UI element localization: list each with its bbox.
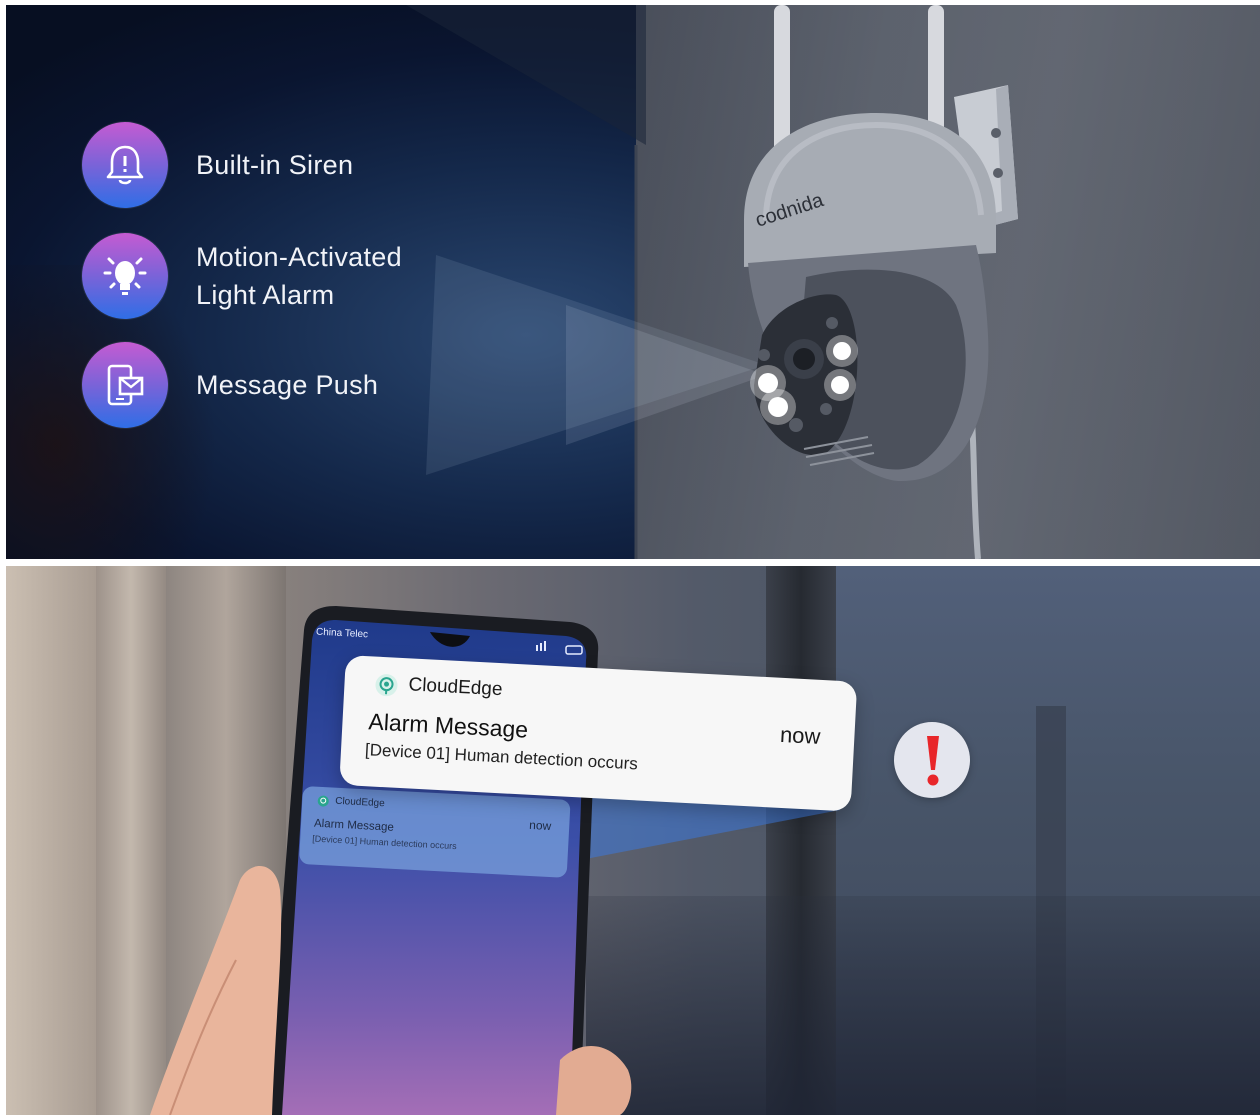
phone-notification[interactable]: CloudEdge now Alarm Message [Device 01] … (298, 786, 571, 878)
phone-scene (150, 606, 840, 1115)
hand-finger (556, 1046, 632, 1115)
notification-title: Alarm Message (367, 708, 529, 743)
enlarged-notification[interactable]: CloudEdge now Alarm Message [Device 01] … (339, 655, 858, 812)
cloudedge-app-icon (375, 674, 398, 697)
cloudedge-app-icon (317, 795, 329, 807)
notification-time: now (528, 817, 552, 834)
hand-thumb (150, 866, 282, 1115)
notification-app-name: CloudEdge (334, 795, 385, 810)
notification-body: [Device 01] Human detection occurs (364, 740, 639, 774)
notification-app-name: CloudEdge (407, 674, 503, 701)
notification-title: Alarm Message (313, 817, 395, 834)
exclamation-alert-icon (894, 722, 970, 798)
notification-time: now (779, 721, 822, 749)
notification-body: [Device 01] Human detection occurs (312, 833, 457, 852)
